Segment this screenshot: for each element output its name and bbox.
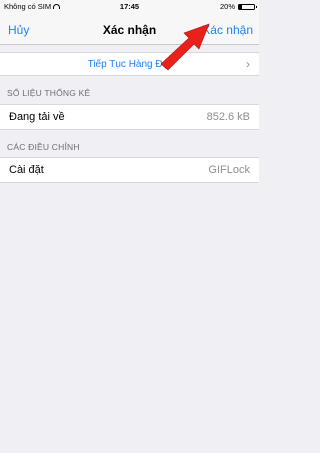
adjust-section-header: CÁC ĐIỀU CHỈNH xyxy=(7,142,80,152)
battery-percent: 20% xyxy=(219,2,235,11)
battery-fill xyxy=(239,4,242,9)
battery-group: 20% xyxy=(219,2,257,11)
downloading-size: 852.6 kB xyxy=(206,111,250,123)
continue-queue-row[interactable]: Tiếp Tục Hàng Đợi › xyxy=(0,52,259,76)
red-arrow-shape xyxy=(160,23,210,71)
downloading-label: Đang tải về xyxy=(9,111,65,123)
red-arrow-annotation xyxy=(160,23,210,71)
continue-queue-label: Tiếp Tục Hàng Đợi xyxy=(87,59,172,70)
settings-label: Cài đặt xyxy=(9,164,44,176)
navigation-bar: Hủy Xác nhận Xác nhận xyxy=(0,12,259,45)
chevron-right-icon: › xyxy=(246,57,250,71)
status-bar: Không có SIM 17:45 20% xyxy=(0,0,259,12)
downloading-row: Đang tải về 852.6 kB xyxy=(0,104,259,130)
battery-icon xyxy=(238,3,257,10)
settings-row[interactable]: Cài đặt GIFLock xyxy=(0,157,259,183)
stats-section-header: SỐ LIỆU THỐNG KÊ xyxy=(7,88,91,98)
settings-value: GIFLock xyxy=(208,164,250,176)
